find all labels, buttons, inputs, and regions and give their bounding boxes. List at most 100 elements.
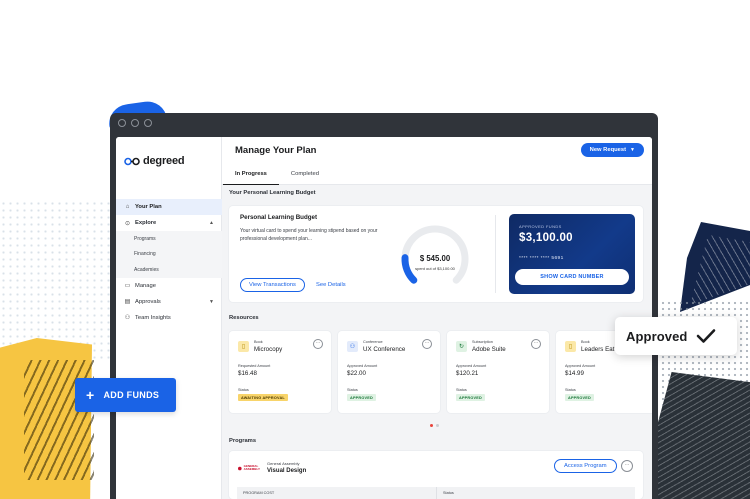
- new-request-button[interactable]: New Request ▼: [580, 143, 644, 157]
- carousel-dot-active[interactable]: [430, 424, 433, 427]
- checkmark-icon: [697, 329, 716, 343]
- provider-logo-text: GENERAL ASSEMBLY: [243, 463, 261, 471]
- tab-in-progress[interactable]: In Progress: [223, 163, 279, 185]
- resource-card[interactable]: ↻ Subscription Adobe Suite ⋯ Approved Am…: [447, 331, 549, 413]
- add-funds-button[interactable]: + ADD FUNDS: [75, 378, 176, 412]
- window-minimize-dot[interactable]: [131, 119, 139, 127]
- people-icon: ⚇: [124, 315, 131, 321]
- degreed-logo[interactable]: degreed: [124, 155, 185, 167]
- sidebar-item-team-insights[interactable]: ⚇ Team Insights: [116, 310, 222, 326]
- window-close-dot[interactable]: [118, 119, 126, 127]
- program-provider: General Assembly: [267, 461, 300, 466]
- sidebar-item-explore[interactable]: ⊙ Explore ▲: [116, 215, 222, 231]
- status-label: Status: [238, 388, 249, 392]
- resource-name: Microcopy: [254, 346, 283, 353]
- sidebar-item-programs[interactable]: Programs: [116, 231, 222, 247]
- more-options-icon[interactable]: ⋯: [621, 460, 633, 472]
- spent-amount: $ 545.00: [419, 254, 451, 263]
- chevron-up-icon: ▲: [209, 220, 214, 226]
- window-titlebar: [110, 113, 658, 133]
- plus-icon: +: [86, 387, 95, 403]
- explore-icon: ⊙: [124, 220, 131, 227]
- amount-label: Approved Amount: [347, 364, 378, 368]
- chevron-down-icon: ▼: [209, 298, 214, 305]
- home-icon: ⌂: [125, 204, 130, 210]
- show-card-number-button[interactable]: SHOW CARD NUMBER: [515, 269, 629, 285]
- budget-card-title: Personal Learning Budget: [240, 214, 318, 221]
- sidebar-item-label: Manage: [135, 282, 156, 289]
- access-program-button[interactable]: Access Program: [554, 459, 617, 473]
- status-badge: APPROVED: [347, 394, 376, 401]
- more-options-icon[interactable]: ⋯: [313, 339, 323, 349]
- resource-type: Subscription: [472, 340, 493, 344]
- sidebar-item-label: Financing: [134, 251, 156, 258]
- window-maximize-dot[interactable]: [144, 119, 152, 127]
- more-options-icon[interactable]: ⋯: [531, 339, 541, 349]
- decorative-speckle-left: [0, 200, 118, 360]
- sidebar-item-label: Team Insights: [135, 314, 171, 321]
- carousel-dots: [430, 424, 439, 427]
- sidebar-item-academies[interactable]: Academies: [116, 262, 222, 278]
- status-label: Status: [456, 388, 467, 392]
- app-content: degreed ⌂ Your Plan ⊙ Explore ▲ Programs…: [116, 137, 652, 499]
- column-header-program-cost: PROGRAM COST: [237, 487, 437, 499]
- folder-icon: ▭: [124, 283, 131, 289]
- status-label: Status: [565, 388, 576, 392]
- logo-text: degreed: [143, 155, 185, 167]
- resource-amount: $16.48: [238, 370, 257, 377]
- approved-toast: Approved: [615, 317, 737, 355]
- subscription-icon: ↻: [456, 341, 467, 352]
- page-header: Manage Your Plan New Request ▼ In Progre…: [222, 137, 652, 185]
- general-assembly-logo-mark: [238, 466, 242, 470]
- resource-card[interactable]: ⚇ Conference UX Conference ⋯ Approved Am…: [338, 331, 440, 413]
- book-icon: ▯: [565, 341, 576, 352]
- sidebar-item-label: Approvals: [135, 298, 161, 305]
- budget-card: Personal Learning Budget Your virtual ca…: [229, 206, 643, 302]
- resources-list: ▯ Book Microcopy ⋯ Requested Amount $16.…: [229, 331, 652, 413]
- app-window: degreed ⌂ Your Plan ⊙ Explore ▲ Programs…: [110, 113, 658, 499]
- programs-section-title: Programs: [229, 438, 257, 444]
- amount-label: Approved Amount: [565, 364, 596, 368]
- more-options-icon[interactable]: ⋯: [422, 339, 432, 349]
- resource-card[interactable]: ▯ Book Microcopy ⋯ Requested Amount $16.…: [229, 331, 331, 413]
- sidebar-item-approvals[interactable]: ▤ Approvals ▼: [116, 294, 222, 310]
- sidebar-item-label: Explore: [135, 220, 157, 226]
- view-transactions-button[interactable]: View Transactions: [240, 278, 305, 292]
- resource-name: UX Conference: [363, 346, 406, 353]
- resource-name: Adobe Suite: [472, 346, 506, 353]
- resource-amount: $120.21: [456, 370, 479, 377]
- main-content: Manage Your Plan New Request ▼ In Progre…: [222, 137, 652, 499]
- carousel-dot[interactable]: [436, 424, 439, 427]
- new-request-label: New Request: [589, 147, 627, 153]
- degreed-logo-icon: [124, 157, 140, 165]
- add-funds-label: ADD FUNDS: [103, 390, 160, 400]
- see-details-link[interactable]: See Details: [316, 278, 346, 292]
- resource-type: Conference: [363, 340, 383, 344]
- sidebar-item-your-plan[interactable]: ⌂ Your Plan: [116, 199, 222, 215]
- program-card: GENERAL ASSEMBLY General Assembly Visual…: [229, 451, 643, 499]
- status-label: Status: [347, 388, 358, 392]
- budget-divider: [495, 215, 496, 293]
- sidebar-item-label: Your Plan: [135, 204, 162, 210]
- column-header-status: Status: [443, 491, 454, 495]
- sidebar-item-manage[interactable]: ▭ Manage: [116, 278, 222, 294]
- book-icon: ▯: [238, 341, 249, 352]
- sidebar-nav: ⌂ Your Plan ⊙ Explore ▲ Programs Financi…: [116, 199, 222, 326]
- masked-card-number: **** **** **** 5691: [519, 256, 564, 261]
- resources-section-title: Resources: [229, 315, 259, 321]
- sidebar: degreed ⌂ Your Plan ⊙ Explore ▲ Programs…: [116, 137, 222, 499]
- general-assembly-logo: GENERAL ASSEMBLY: [238, 464, 260, 472]
- resource-type: Book: [581, 340, 590, 344]
- tab-completed[interactable]: Completed: [279, 163, 331, 185]
- resource-amount: $22.00: [347, 370, 366, 377]
- spent-caption: spent out of $3,100.00: [415, 266, 455, 271]
- virtual-card: APPROVED FUNDS $3,100.00 **** **** **** …: [509, 214, 635, 294]
- resource-type: Book: [254, 340, 263, 344]
- approved-label: Approved: [626, 328, 688, 344]
- sidebar-item-label: Academies: [134, 266, 159, 273]
- status-badge: AWAITING APPROVAL: [238, 394, 288, 401]
- decorative-gray-texture: [652, 372, 750, 499]
- status-badge: APPROVED: [565, 394, 594, 401]
- sidebar-item-financing[interactable]: Financing: [116, 246, 222, 262]
- approved-funds-amount: $3,100.00: [519, 232, 573, 244]
